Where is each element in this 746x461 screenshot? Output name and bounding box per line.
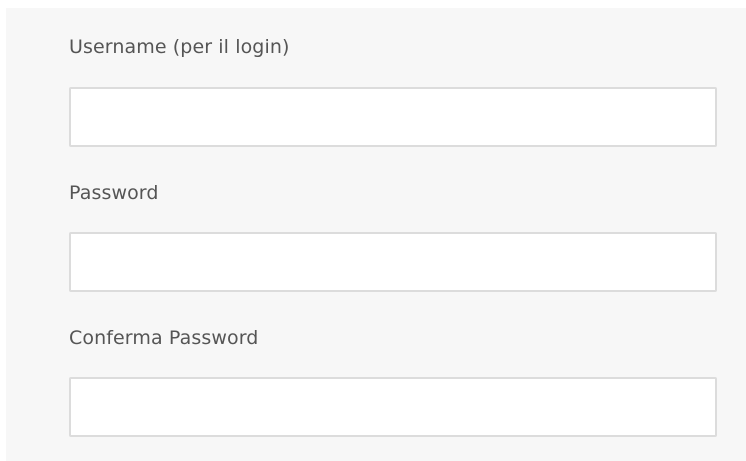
username-input[interactable] [69, 87, 717, 147]
password-label: Password [69, 182, 159, 204]
confirm-password-input[interactable] [69, 377, 717, 437]
registration-form: Username (per il login) Password Conferm… [6, 8, 746, 461]
username-label: Username (per il login) [69, 36, 290, 58]
confirm-password-label: Conferma Password [69, 327, 259, 349]
username-field-group: Username (per il login) [69, 35, 719, 147]
password-input[interactable] [69, 232, 717, 292]
confirm-password-field-group: Conferma Password [69, 326, 719, 437]
password-field-group: Password [69, 181, 719, 292]
